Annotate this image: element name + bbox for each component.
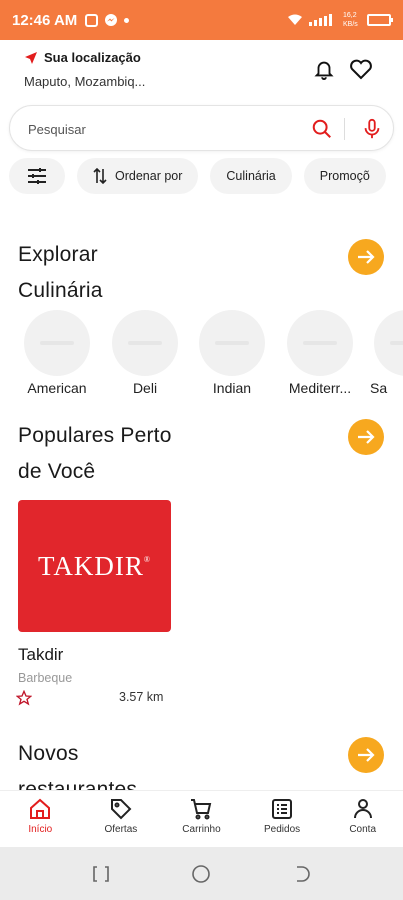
notifications-button[interactable] — [311, 56, 337, 82]
app-header: Sua localização Maputo, Mozambiq... — [0, 48, 403, 98]
cuisine-chip[interactable]: Culinária — [210, 158, 292, 194]
location-selector[interactable]: Sua localização — [24, 50, 141, 65]
user-icon — [353, 799, 372, 819]
arrow-right-icon — [358, 250, 375, 264]
cuisine-item[interactable]: Mediterr... — [276, 310, 364, 396]
status-bar: 12:46 AM 16,2 KB/s — [0, 0, 403, 40]
cuisine-item[interactable]: American — [13, 310, 101, 396]
cuisine-image — [24, 310, 90, 376]
promotion-chip[interactable]: Promoçõ — [303, 158, 386, 194]
cart-icon — [191, 799, 212, 820]
cuisine-item[interactable]: Sa — [359, 310, 403, 396]
signal-icon — [309, 14, 332, 26]
sort-chip[interactable]: Ordenar por — [77, 158, 199, 194]
cuisine-item[interactable]: Deli — [101, 310, 189, 396]
tag-icon — [110, 799, 132, 820]
filter-settings-chip[interactable] — [9, 158, 65, 194]
star-icon — [16, 690, 32, 706]
back-icon[interactable] — [291, 864, 311, 884]
restaurant-logo[interactable]: TAKDIR ® — [18, 500, 171, 632]
explore-cuisine-arrow-button[interactable] — [348, 239, 384, 275]
nav-cart[interactable]: Carrinho — [161, 791, 242, 846]
search-divider — [344, 118, 345, 140]
sort-arrows-icon — [93, 168, 107, 184]
home-icon — [30, 798, 51, 819]
home-button-icon[interactable] — [191, 864, 211, 884]
search-icon[interactable] — [311, 118, 333, 140]
data-speed: 16,2 KB/s — [343, 12, 358, 28]
explore-cuisine-title: Explorar Culinária — [18, 243, 103, 302]
orders-icon — [272, 799, 293, 819]
search-bar — [9, 105, 394, 151]
wifi-icon — [288, 14, 302, 25]
status-time: 12:46 AM — [12, 11, 78, 29]
messenger-icon — [105, 14, 118, 26]
nav-account[interactable]: Conta — [322, 791, 403, 846]
new-restaurants-title: Novos restaurantes — [18, 742, 138, 790]
more-notifications-dot — [124, 17, 130, 23]
bell-icon — [314, 61, 334, 80]
microphone-icon[interactable] — [361, 118, 383, 140]
registered-mark: ® — [143, 554, 151, 564]
cuisine-image — [287, 310, 353, 376]
heart-icon — [350, 59, 372, 80]
popular-near-you-arrow-button[interactable] — [348, 419, 384, 455]
favorites-button[interactable] — [348, 56, 374, 82]
location-value[interactable]: Maputo, Mozambiq... — [24, 74, 145, 89]
recent-apps-icon[interactable] — [91, 864, 111, 884]
restaurant-name[interactable]: Takdir — [18, 645, 63, 665]
cuisine-list: American Deli Indian Mediterr... Sa — [0, 310, 403, 402]
restaurant-distance: 3.57 km — [119, 690, 164, 704]
cuisine-item[interactable]: Indian — [188, 310, 276, 396]
nav-offers[interactable]: Ofertas — [81, 791, 162, 846]
search-input[interactable] — [28, 118, 288, 140]
notification-icon — [85, 13, 99, 27]
cuisine-image — [199, 310, 265, 376]
system-navigation-bar — [0, 847, 403, 900]
cuisine-image — [112, 310, 178, 376]
location-arrow-icon — [25, 51, 37, 64]
arrow-right-icon — [358, 430, 375, 444]
arrow-right-icon — [358, 748, 375, 762]
restaurant-logo-text: TAKDIR — [38, 550, 144, 581]
nav-orders[interactable]: Pedidos — [242, 791, 323, 846]
bottom-navigation: Início Ofertas Carrinho Pedidos Conta — [0, 790, 403, 846]
restaurant-category: Barbeque — [18, 671, 73, 685]
cuisine-image — [374, 310, 403, 376]
popular-near-you-title: Populares Perto de Você — [18, 424, 172, 483]
filter-chips: Ordenar por Culinária Promoçõ — [9, 158, 386, 194]
location-title: Sua localização — [44, 50, 141, 65]
battery-icon — [367, 14, 393, 26]
nav-home[interactable]: Início — [0, 791, 81, 846]
sliders-icon — [28, 168, 46, 184]
new-restaurants-arrow-button[interactable] — [348, 737, 384, 773]
